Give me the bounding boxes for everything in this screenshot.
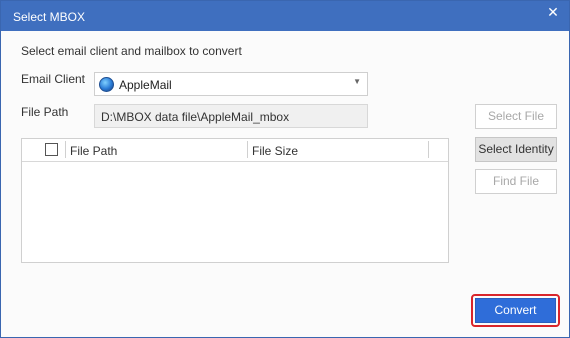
file-path-label: File Path [21, 105, 69, 119]
column-header-file-path[interactable]: File Path [70, 144, 117, 158]
file-path-value: D:\MBOX data file\AppleMail_mbox [101, 110, 290, 124]
column-separator [65, 141, 66, 158]
title-bar: Select MBOX ✕ [1, 1, 569, 31]
applemail-icon [99, 77, 114, 92]
instruction-text: Select email client and mailbox to conve… [21, 44, 242, 58]
convert-button[interactable]: Convert [475, 298, 556, 323]
file-table: File Path File Size [21, 138, 449, 263]
dialog-title: Select MBOX [13, 10, 86, 24]
select-mbox-dialog: Select MBOX ✕ Select email client and ma… [0, 0, 570, 338]
table-header: File Path File Size [22, 139, 448, 162]
select-all-checkbox[interactable] [45, 143, 58, 156]
column-separator [247, 141, 248, 158]
email-client-value: AppleMail [119, 78, 172, 92]
email-client-label: Email Client [21, 72, 86, 86]
email-client-dropdown[interactable]: AppleMail ▼ [94, 72, 368, 96]
find-file-button[interactable]: Find File [475, 169, 557, 194]
column-separator [428, 141, 429, 158]
close-icon[interactable]: ✕ [545, 4, 561, 20]
select-file-button[interactable]: Select File [475, 104, 557, 129]
column-header-file-size[interactable]: File Size [252, 144, 298, 158]
file-path-field: D:\MBOX data file\AppleMail_mbox [94, 104, 368, 128]
chevron-down-icon[interactable]: ▼ [353, 77, 361, 86]
select-identity-button[interactable]: Select Identity [475, 137, 557, 162]
